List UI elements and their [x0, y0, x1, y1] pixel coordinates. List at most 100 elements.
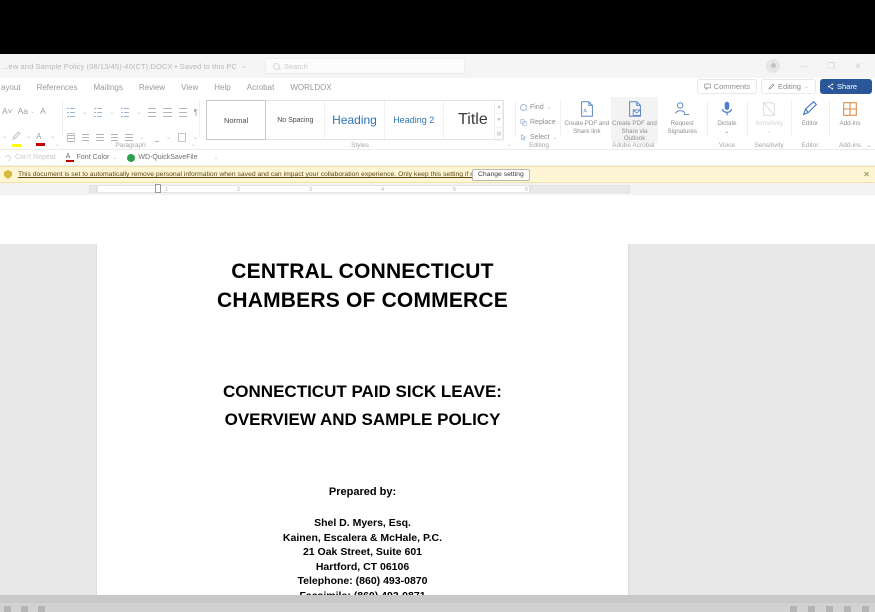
font-color-a-icon: A: [66, 153, 71, 160]
ruler-tick-1: 1: [165, 187, 168, 193]
close-info-bar-icon[interactable]: ✕: [863, 170, 870, 179]
justify-icon[interactable]: [111, 133, 118, 142]
line-spacing-chevron-down-icon[interactable]: ⌄: [140, 134, 145, 141]
sensitivity-button[interactable]: Sensitivity ⌄: [748, 97, 790, 143]
warning-shield-icon: [4, 170, 12, 179]
find-search-icon: [520, 104, 527, 111]
editor-button[interactable]: Editor: [792, 97, 828, 143]
tray-network-icon[interactable]: [790, 606, 797, 612]
replace-button[interactable]: Replace: [520, 116, 560, 129]
styles-dialog-launcher[interactable]: ⌄: [507, 141, 512, 148]
bullets-icon[interactable]: [67, 108, 75, 117]
ribbon-group-voice: Dictate ⌄ Voice: [708, 97, 746, 150]
minimize-button[interactable]: —: [791, 56, 817, 76]
create-pdf-share-outlook-button[interactable]: Create PDF and Share via Outlook: [611, 97, 659, 143]
addins-button[interactable]: Add-ins: [830, 97, 870, 143]
ruler-left-margin: [89, 185, 97, 193]
increase-indent-icon[interactable]: [163, 108, 171, 117]
clear-formatting-icon[interactable]: A: [40, 106, 46, 116]
dictate-chevron-down-icon[interactable]: ⌄: [724, 128, 729, 136]
tray-clock-icon[interactable]: [844, 606, 851, 612]
highlight-chevron-down-icon[interactable]: ⌄: [26, 133, 31, 140]
styles-scroll-down-icon[interactable]: ▼: [495, 114, 503, 127]
borders-chevron-down-icon[interactable]: ⌄: [193, 134, 198, 141]
style-heading-2[interactable]: Heading 2: [385, 101, 444, 139]
taskbar-app-icon[interactable]: [21, 606, 28, 612]
document-page[interactable]: CENTRAL CONNECTICUT CHAMBERS OF COMMERCE…: [97, 244, 628, 595]
paragraph-group-label: Paragraph: [63, 142, 198, 149]
style-no-spacing[interactable]: No Spacing: [266, 101, 325, 139]
font-dialog-launcher[interactable]: ⌄: [55, 141, 60, 148]
quick-font-color-button[interactable]: A Font Color ⌄: [66, 153, 118, 162]
styles-scroll-up-icon[interactable]: ▲: [495, 101, 503, 114]
close-button[interactable]: ✕: [845, 56, 871, 76]
change-setting-button[interactable]: Change setting: [472, 169, 530, 181]
font-color-chevron-down-icon[interactable]: ⌄: [50, 133, 55, 140]
document-canvas: CENTRAL CONNECTICUT CHAMBERS OF COMMERCE…: [0, 244, 875, 595]
dictate-button[interactable]: Dictate ⌄: [708, 97, 746, 143]
align-center-icon[interactable]: [82, 133, 89, 142]
tab-review[interactable]: Review: [131, 83, 173, 92]
document-heading: CENTRAL CONNECTICUT CHAMBERS OF COMMERCE: [97, 257, 628, 315]
quick-access-overflow-button[interactable]: ⌄: [213, 154, 218, 161]
tab-acrobat[interactable]: Acrobat: [239, 83, 283, 92]
tab-bar-actions: Comments Editing ⌄ Share: [697, 79, 872, 94]
sort-icon[interactable]: [179, 108, 187, 117]
create-pdf-share-link-button[interactable]: A Create PDF and Share link: [563, 97, 611, 143]
find-button[interactable]: Find ⌄: [520, 101, 560, 114]
show-formatting-marks-icon[interactable]: ¶: [194, 108, 198, 117]
highlight-color-button[interactable]: 🖉: [12, 126, 21, 147]
comments-button[interactable]: Comments: [697, 79, 757, 94]
title-chevron-icon[interactable]: ⌄: [241, 62, 247, 70]
cant-repeat-button: Can't Repeat: [4, 154, 56, 162]
avatar[interactable]: [766, 59, 780, 73]
tray-notifications-icon[interactable]: [862, 606, 869, 612]
ribbon-group-sensitivity: Sensitivity ⌄ Sensitivity: [748, 97, 790, 150]
shading-icon[interactable]: [152, 133, 159, 142]
taskbar-word-icon[interactable]: [38, 606, 45, 612]
style-normal[interactable]: Normal: [206, 100, 266, 140]
multilevel-chevron-down-icon[interactable]: ⌄: [136, 109, 141, 116]
change-case-icon[interactable]: Aa⌄: [18, 106, 35, 116]
align-right-icon[interactable]: [96, 133, 103, 142]
shading-chevron-down-icon[interactable]: ⌄: [166, 134, 171, 141]
left-indent-marker[interactable]: [155, 184, 161, 193]
styles-more-icon[interactable]: ▤: [495, 128, 503, 141]
search-box[interactable]: Search: [265, 58, 465, 74]
comment-icon: [704, 83, 711, 90]
multilevel-list-icon[interactable]: [121, 108, 129, 117]
line-spacing-icon[interactable]: [125, 133, 132, 142]
tab-references[interactable]: References: [29, 83, 86, 92]
styles-gallery-scrollbar[interactable]: ▲ ▼ ▤: [494, 101, 503, 141]
editor-label: Editor: [802, 120, 818, 128]
borders-icon[interactable]: [178, 133, 186, 142]
worldox-quicksave-button[interactable]: WD-QuickSaveFile: [127, 154, 197, 162]
font-more-chevron-icon[interactable]: ⌄: [2, 133, 7, 140]
align-left-icon[interactable]: [67, 133, 75, 142]
tray-volume-icon[interactable]: [808, 606, 815, 612]
restore-button[interactable]: ❐: [818, 56, 844, 76]
editing-mode-button[interactable]: Editing ⌄: [761, 79, 816, 94]
ribbon-group-adobe-acrobat: A Create PDF and Share link Create PDF a…: [561, 97, 706, 150]
share-button[interactable]: Share: [820, 79, 872, 94]
horizontal-ruler[interactable]: 1 2 3 4 5 6: [0, 183, 875, 195]
decrease-indent-icon[interactable]: [148, 108, 156, 117]
heading-line-1: CENTRAL CONNECTICUT: [97, 257, 628, 286]
tab-view[interactable]: View: [173, 83, 206, 92]
bullets-chevron-down-icon[interactable]: ⌄: [82, 109, 87, 116]
request-signatures-button[interactable]: Request Signatures: [658, 97, 706, 143]
paragraph-dialog-launcher[interactable]: ⌄: [191, 141, 196, 148]
tab-help[interactable]: Help: [206, 83, 238, 92]
numbering-icon[interactable]: [94, 108, 102, 117]
tray-battery-icon[interactable]: [826, 606, 833, 612]
shrink-font-icon[interactable]: A˅: [2, 106, 13, 116]
collapse-ribbon-chevron-icon[interactable]: ⌄: [866, 141, 872, 149]
font-color-button[interactable]: A: [36, 126, 45, 146]
tab-layout[interactable]: ayout: [0, 83, 29, 92]
quick-font-color-chevron-down-icon[interactable]: ⌄: [112, 154, 117, 161]
tab-worldox[interactable]: WORLDOX: [282, 83, 339, 92]
style-heading[interactable]: Heading: [325, 101, 384, 139]
numbering-chevron-down-icon[interactable]: ⌄: [109, 109, 114, 116]
start-icon[interactable]: [4, 606, 11, 612]
tab-mailings[interactable]: Mailings: [86, 83, 131, 92]
